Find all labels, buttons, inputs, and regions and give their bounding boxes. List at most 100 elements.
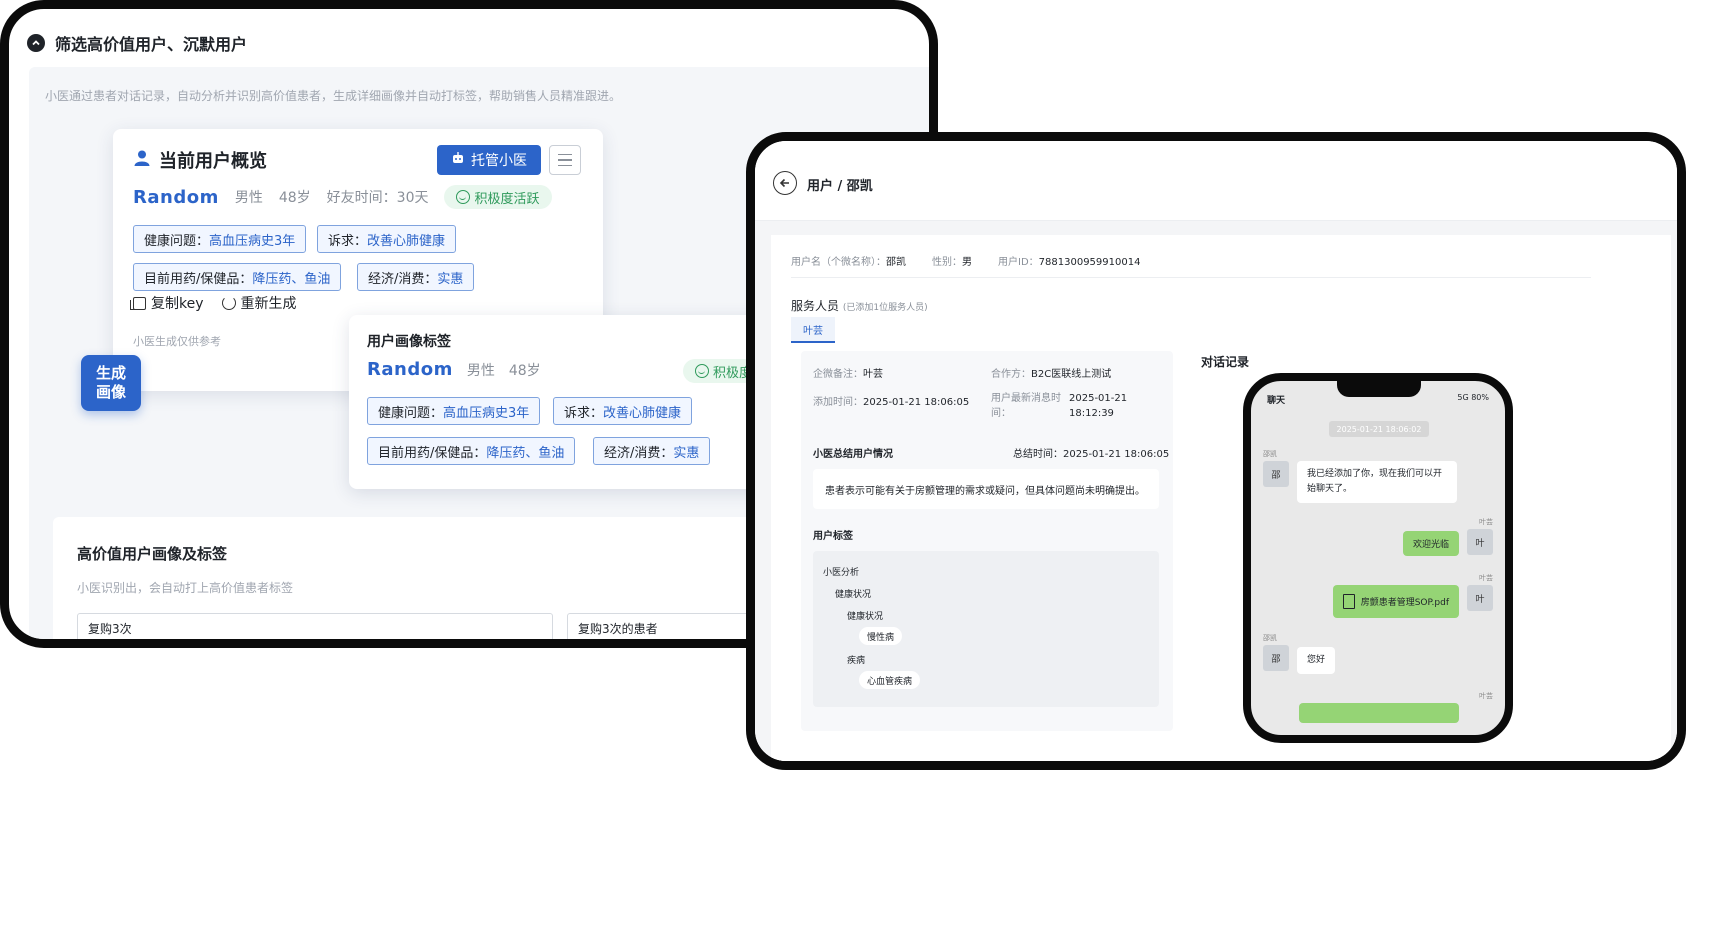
tag-demand[interactable]: 诉求： 改善心肺健康 bbox=[553, 397, 693, 425]
tag-demand[interactable]: 诉求： 改善心肺健康 bbox=[317, 225, 457, 253]
overview-user-row: Random 男性 48岁 好友时间：30天 积极度活跃 bbox=[133, 185, 552, 209]
tag-value: 高血压病史3年 bbox=[209, 233, 296, 249]
overview-footnote: 小医生成仅供参考 bbox=[133, 335, 221, 348]
field-label: 用户最新消息时 bbox=[991, 393, 1061, 404]
file-message[interactable]: 房颤患者管理SOP.pdf bbox=[1332, 585, 1459, 618]
phone-status-signal: 5G 80% bbox=[1457, 393, 1489, 402]
tag-health[interactable]: 健康问题： 高血压病史3年 bbox=[133, 225, 307, 253]
tag-key: 诉求： bbox=[328, 233, 368, 249]
field-label: 性别： bbox=[932, 257, 962, 268]
robot-icon bbox=[451, 151, 465, 169]
tree-node[interactable]: 疾病 bbox=[847, 653, 865, 666]
summary-heading: 小医总结用户情况 bbox=[813, 449, 893, 460]
profile-tags-card: 用户画像标签 Random 男性 48岁 积极度 健康问题： 高血压病史3年 诉求… bbox=[349, 315, 769, 489]
tag-key: 健康问题： bbox=[144, 233, 210, 249]
chat-record-title: 对话记录 bbox=[1201, 355, 1250, 369]
chat-message: 我已经添加了你，现在我们可以开始聊天了。 bbox=[1297, 461, 1457, 503]
chat-message: 欢迎光临 bbox=[1402, 531, 1459, 556]
chat-message: 您好 bbox=[1297, 647, 1336, 674]
staff-title-text: 服务人员 bbox=[791, 299, 840, 313]
avatar[interactable]: 叶 bbox=[1467, 585, 1493, 611]
latest-msg-value: 2025-01-21 18:12:39 bbox=[1069, 391, 1127, 421]
tag-medication[interactable]: 目前用药/保健品： 降压药、鱼油 bbox=[133, 263, 342, 291]
avatar[interactable]: 邵 bbox=[1263, 645, 1289, 671]
field-value: 男 bbox=[962, 257, 972, 268]
user-name: Random bbox=[367, 359, 453, 380]
regenerate-button[interactable]: 重新生成 bbox=[221, 293, 297, 313]
tree-tag[interactable]: 慢性病 bbox=[859, 627, 903, 645]
tree-node[interactable]: 小医分析 bbox=[823, 565, 859, 578]
sender-name: 叶芸 bbox=[1479, 518, 1493, 526]
latest-msg-label: 用户最新消息时 间： bbox=[991, 391, 1061, 421]
remark-field: 企微备注：叶芸 bbox=[813, 365, 883, 380]
tuoguan-label: 托管小医 bbox=[471, 153, 527, 169]
field-value: 2025-01-21 18:06:05 bbox=[1063, 449, 1170, 460]
tree-node[interactable]: 健康状况 bbox=[847, 609, 883, 622]
tag-key: 目前用药/保健品： bbox=[378, 445, 487, 461]
sender-name: 叶芸 bbox=[1479, 574, 1493, 582]
refresh-icon bbox=[221, 296, 236, 310]
tag-value: 降压药、鱼油 bbox=[252, 271, 331, 287]
high-value-title: 高价值用户画像及标签 bbox=[77, 545, 228, 563]
sender-name: 邵凯 bbox=[1263, 634, 1277, 642]
tuoguan-button[interactable]: 托管小医 bbox=[437, 145, 541, 175]
activity-label: 积极度活跃 bbox=[474, 191, 540, 207]
copy-key-button[interactable]: 复制key bbox=[130, 293, 204, 313]
tag-health[interactable]: 健康问题： 高血压病史3年 bbox=[367, 397, 541, 425]
userid-field: 用户ID：7881300959910014 bbox=[998, 253, 1140, 268]
menu-icon[interactable] bbox=[549, 145, 581, 175]
section-description: 小医通过患者对话记录，自动分析并识别高价值患者，生成详细画像并自动打标签，帮助销… bbox=[45, 89, 622, 103]
tag-value: 高血压病史3年 bbox=[443, 405, 530, 421]
tag-key: 经济/消费： bbox=[604, 445, 674, 461]
tag-key: 经济/消费： bbox=[368, 271, 438, 287]
tag-value: 实惠 bbox=[437, 271, 464, 287]
tag-value: 降压药、鱼油 bbox=[486, 445, 565, 461]
field-label: 用户ID： bbox=[998, 257, 1039, 268]
user-gender: 男性 bbox=[466, 362, 495, 379]
gender-field: 性别：男 bbox=[932, 253, 972, 268]
section-header[interactable]: 筛选高价值用户、沉默用户 bbox=[27, 31, 247, 55]
profile-user-row: Random 男性 48岁 bbox=[367, 359, 541, 380]
user-age: 48岁 bbox=[508, 362, 541, 379]
tag-medication[interactable]: 目前用药/保健品： 降压药、鱼油 bbox=[367, 437, 576, 465]
field-value: 7881300959910014 bbox=[1038, 257, 1141, 268]
condition-input[interactable]: 复购3次 bbox=[77, 613, 553, 639]
regenerate-label: 重新生成 bbox=[240, 296, 297, 312]
chat-timestamp: 2025-01-21 18:06:02 bbox=[1329, 421, 1429, 437]
username-field: 用户名（个微名称）：邵凯 bbox=[791, 253, 906, 268]
added-time-field: 添加时间：2025-01-21 18:06:05 bbox=[813, 393, 969, 408]
field-label: 用户名（个微名称）： bbox=[791, 257, 886, 268]
phone-status-title: 聊天 bbox=[1267, 396, 1286, 406]
smile-icon bbox=[456, 190, 471, 204]
tag-economy[interactable]: 经济/消费： 实惠 bbox=[357, 263, 475, 291]
smile-icon bbox=[695, 364, 709, 378]
user-gender: 男性 bbox=[234, 190, 263, 206]
partner-field: 合作方：B2C医联线上测试 bbox=[991, 365, 1111, 380]
detail-content: 用户名（个微名称）：邵凯 性别：男 用户ID：7881300959910014 … bbox=[755, 221, 1677, 761]
summary-text: 患者表示可能有关于房颤管理的需求或疑问，但具体问题尚未明确提出。 bbox=[813, 469, 1159, 509]
avatar[interactable]: 邵 bbox=[1263, 461, 1289, 487]
tag-economy[interactable]: 经济/消费： 实惠 bbox=[593, 437, 711, 465]
field-label: 添加时间： bbox=[813, 397, 863, 408]
sender-name: 叶芸 bbox=[1479, 692, 1493, 700]
tag-key: 健康问题： bbox=[378, 405, 444, 421]
sender-name: 邵凯 bbox=[1263, 450, 1277, 458]
tree-tag[interactable]: 心血管疾病 bbox=[859, 671, 921, 689]
chevron-up-icon[interactable] bbox=[27, 34, 45, 52]
tag-key: 目前用药/保健品： bbox=[144, 271, 253, 287]
section-title: 筛选高价值用户、沉默用户 bbox=[55, 35, 248, 54]
generate-profile-button[interactable]: 生成画像 bbox=[81, 355, 141, 411]
activity-badge: 积极度活跃 bbox=[444, 185, 552, 209]
field-value: 18:12:39 bbox=[1069, 408, 1114, 419]
top-bar: 用户 / 邵凯 bbox=[755, 141, 1677, 221]
field-value: 叶芸 bbox=[863, 369, 883, 380]
field-label: 间： bbox=[991, 408, 1011, 419]
tab-staff[interactable]: 叶芸 bbox=[791, 317, 835, 343]
back-arrow-icon[interactable] bbox=[773, 171, 797, 195]
field-value: B2C医联线上测试 bbox=[1031, 369, 1112, 380]
chat-message bbox=[1299, 703, 1459, 723]
tag-value: 改善心肺健康 bbox=[603, 405, 682, 421]
avatar[interactable]: 叶 bbox=[1467, 529, 1493, 555]
file-icon bbox=[1342, 594, 1355, 609]
tree-node[interactable]: 健康状况 bbox=[835, 587, 871, 600]
